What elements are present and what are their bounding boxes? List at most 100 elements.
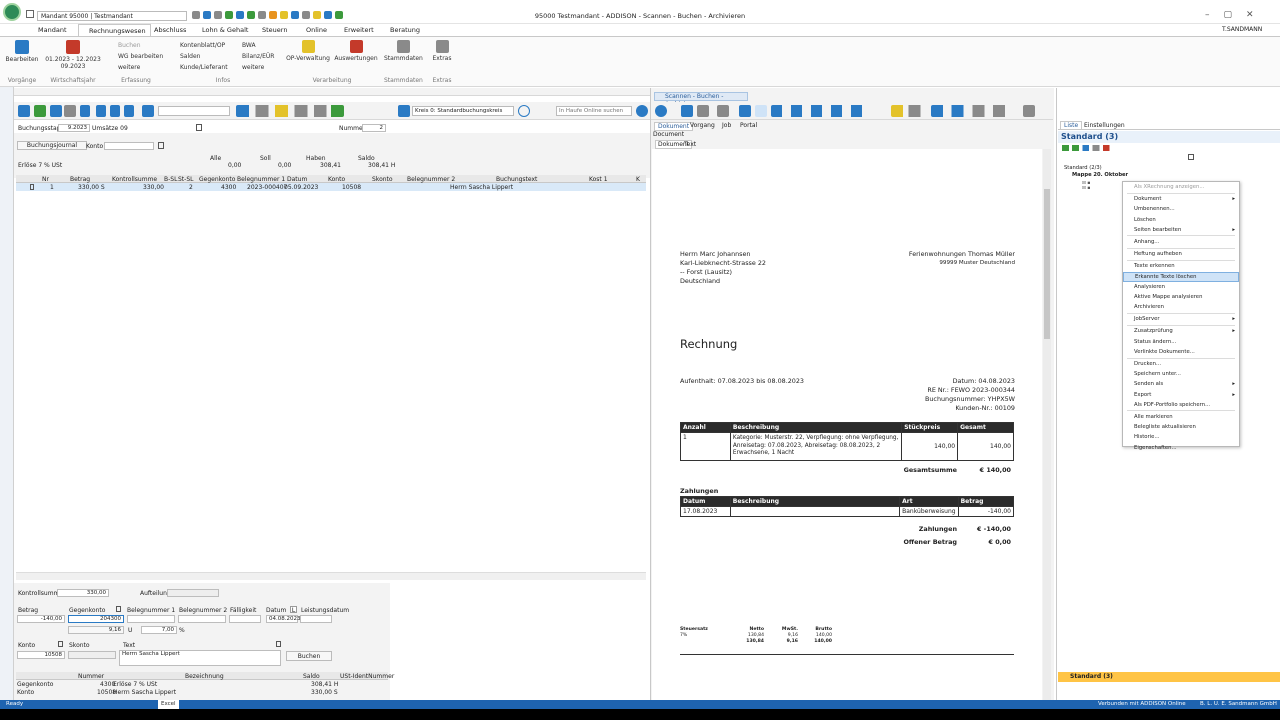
context-menu-item[interactable]: Senden als ▸ xyxy=(1123,379,1239,389)
percent-field[interactable]: 7,00 xyxy=(141,626,177,634)
doc-tab[interactable]: Dokument xyxy=(654,122,694,131)
context-menu-item[interactable]: Erkannte Texte löschen xyxy=(1123,271,1239,282)
calc-icon[interactable] xyxy=(158,142,164,149)
bwa-button[interactable]: BWA xyxy=(232,40,276,51)
context-menu-item[interactable]: Historie... xyxy=(1123,432,1239,442)
tree-root[interactable]: Standard (2/3) xyxy=(1064,165,1102,171)
nav-icons[interactable] xyxy=(931,105,1017,117)
period-button[interactable]: 01.2023 - 12.2023 xyxy=(44,56,102,63)
context-menu-item[interactable]: Als PDF-Portfolio speichern... xyxy=(1123,400,1239,410)
excel-icon[interactable] xyxy=(247,11,255,19)
extras-button[interactable]: Extras xyxy=(428,55,456,62)
col-header[interactable]: Buchungstext xyxy=(496,176,537,183)
help-icon[interactable] xyxy=(518,105,530,117)
addison-logo[interactable] xyxy=(3,3,21,21)
datum-field[interactable]: 04.08.2023 xyxy=(266,615,301,623)
last-icon[interactable] xyxy=(124,105,134,117)
doc-scrollbar[interactable] xyxy=(1043,149,1051,700)
col-header[interactable]: Datum xyxy=(287,176,307,183)
bearbeiten-button[interactable]: Bearbeiten xyxy=(4,56,40,63)
col-header[interactable]: St-SL xyxy=(178,176,193,183)
betrag-field[interactable]: -140,00 xyxy=(17,615,65,623)
tab-rechnungswesen[interactable]: Rechnungswesen xyxy=(78,24,151,36)
filter-select[interactable] xyxy=(158,106,230,116)
context-menu-item[interactable]: Speichern unter... xyxy=(1123,369,1239,379)
kunde-button[interactable]: Kunde/Lieferant xyxy=(170,62,232,73)
ust-field[interactable]: 9,16 xyxy=(68,626,124,634)
tree-folder[interactable]: Mappe 20. Oktober xyxy=(1072,172,1128,178)
col-header[interactable]: Belegnummer 1 xyxy=(237,176,285,183)
skonto-form-field[interactable] xyxy=(68,651,116,659)
tab-online[interactable]: Online xyxy=(302,24,331,36)
context-menu-item[interactable]: Heftung aufheben xyxy=(1123,249,1239,259)
next-icon[interactable] xyxy=(110,105,120,117)
tab-abschluss[interactable]: Abschluss xyxy=(150,24,190,36)
buchen-button[interactable]: Buchen xyxy=(286,651,332,661)
bilanz-button[interactable]: Bilanz/EÜR xyxy=(232,51,276,62)
context-menu-item[interactable]: Dokument ▸ xyxy=(1123,194,1239,204)
kontrollsumme-field[interactable]: 330,00 xyxy=(57,589,109,597)
doc-pane-title[interactable]: Scannen - Buchen - Archivieren xyxy=(654,92,748,108)
tab-erweitert[interactable]: Erweitert xyxy=(340,24,378,36)
tab-einstellungen[interactable]: Einstellungen xyxy=(1084,122,1125,129)
table-row[interactable] xyxy=(16,183,646,191)
kreis-icon[interactable] xyxy=(398,105,410,117)
quick-icon[interactable] xyxy=(225,11,233,19)
konto-field[interactable] xyxy=(104,142,154,150)
window-icon[interactable] xyxy=(26,10,34,18)
calc-icon[interactable] xyxy=(58,641,63,647)
prev-icon[interactable] xyxy=(96,105,106,117)
col-header[interactable]: Skonto xyxy=(372,176,393,183)
salden-button[interactable]: Salden xyxy=(170,51,232,62)
context-menu-item[interactable]: Belegliste aktualisieren xyxy=(1123,422,1239,432)
col-header[interactable]: K xyxy=(636,176,640,183)
context-menu-item[interactable]: Umbenennen... xyxy=(1123,204,1239,214)
col-header[interactable]: Kost 1 xyxy=(589,176,608,183)
context-menu-item[interactable]: Als XRechnung anzeigen... xyxy=(1123,182,1239,192)
context-menu-item[interactable]: Aktive Mappe analysieren xyxy=(1123,292,1239,302)
context-menu-item[interactable]: Zusatzprüfung ▸ xyxy=(1123,326,1239,336)
more-icon[interactable] xyxy=(1023,105,1035,117)
quick-icon[interactable] xyxy=(335,11,343,19)
fit-icons[interactable] xyxy=(771,105,871,117)
quick-icon[interactable] xyxy=(258,11,266,19)
toolbar-icons[interactable] xyxy=(236,105,344,117)
haufe-search-input[interactable] xyxy=(556,106,632,116)
quick-icon[interactable] xyxy=(302,11,310,19)
quick-icon[interactable] xyxy=(291,11,299,19)
l-checkbox[interactable]: L xyxy=(290,606,297,614)
quick-icon[interactable] xyxy=(203,11,211,19)
weitere-button[interactable]: weitere xyxy=(108,62,164,73)
gegenkonto-field[interactable]: 204300 xyxy=(68,615,124,623)
tab-beratung[interactable]: Beratung xyxy=(386,24,424,36)
doc-tab[interactable]: Job xyxy=(722,122,731,129)
faelligkeit-field[interactable] xyxy=(229,615,261,623)
horizontal-scrollbar[interactable] xyxy=(16,572,646,580)
context-menu-item[interactable]: Export ▸ xyxy=(1123,390,1239,400)
kontenblatt-button[interactable]: Kontenblatt/OP xyxy=(170,40,232,51)
context-menu-item[interactable]: Verlinkte Dokumente... xyxy=(1123,347,1239,357)
context-menu-item[interactable]: Löschen xyxy=(1123,215,1239,225)
context-menu-item[interactable]: Anhang... xyxy=(1123,237,1239,247)
tree-children[interactable]: ⊟ ▪ ⊟ ▪ xyxy=(1082,181,1112,203)
tab-steuern[interactable]: Steuern xyxy=(258,24,291,36)
zoom-icon[interactable] xyxy=(755,105,767,117)
scan-icon[interactable] xyxy=(697,105,709,117)
context-menu-item[interactable]: Status ändern... xyxy=(1123,337,1239,347)
context-menu-item[interactable]: Analysieren xyxy=(1123,282,1239,292)
beleg1-field[interactable] xyxy=(127,615,175,623)
mandant-field[interactable]: Mandant 95000 | Testmandant xyxy=(37,11,187,21)
quick-icon[interactable] xyxy=(280,11,288,19)
tab-lohn[interactable]: Lohn & Gehalt xyxy=(198,24,252,36)
aufteilung-field[interactable] xyxy=(167,589,219,597)
delete-icon[interactable] xyxy=(64,105,76,117)
word-icon[interactable] xyxy=(236,11,244,19)
excel-button[interactable]: Excel xyxy=(158,700,179,709)
calc-icon[interactable] xyxy=(116,606,121,612)
col-header[interactable]: Gegenkonto xyxy=(199,176,235,183)
tab-liste[interactable]: Liste xyxy=(1060,121,1083,130)
stapel-field[interactable]: 9.2023 xyxy=(58,124,90,132)
doc-subtab[interactable]: Text xyxy=(684,141,696,148)
print-icon[interactable] xyxy=(717,105,729,117)
beleg2-field[interactable] xyxy=(178,615,226,623)
